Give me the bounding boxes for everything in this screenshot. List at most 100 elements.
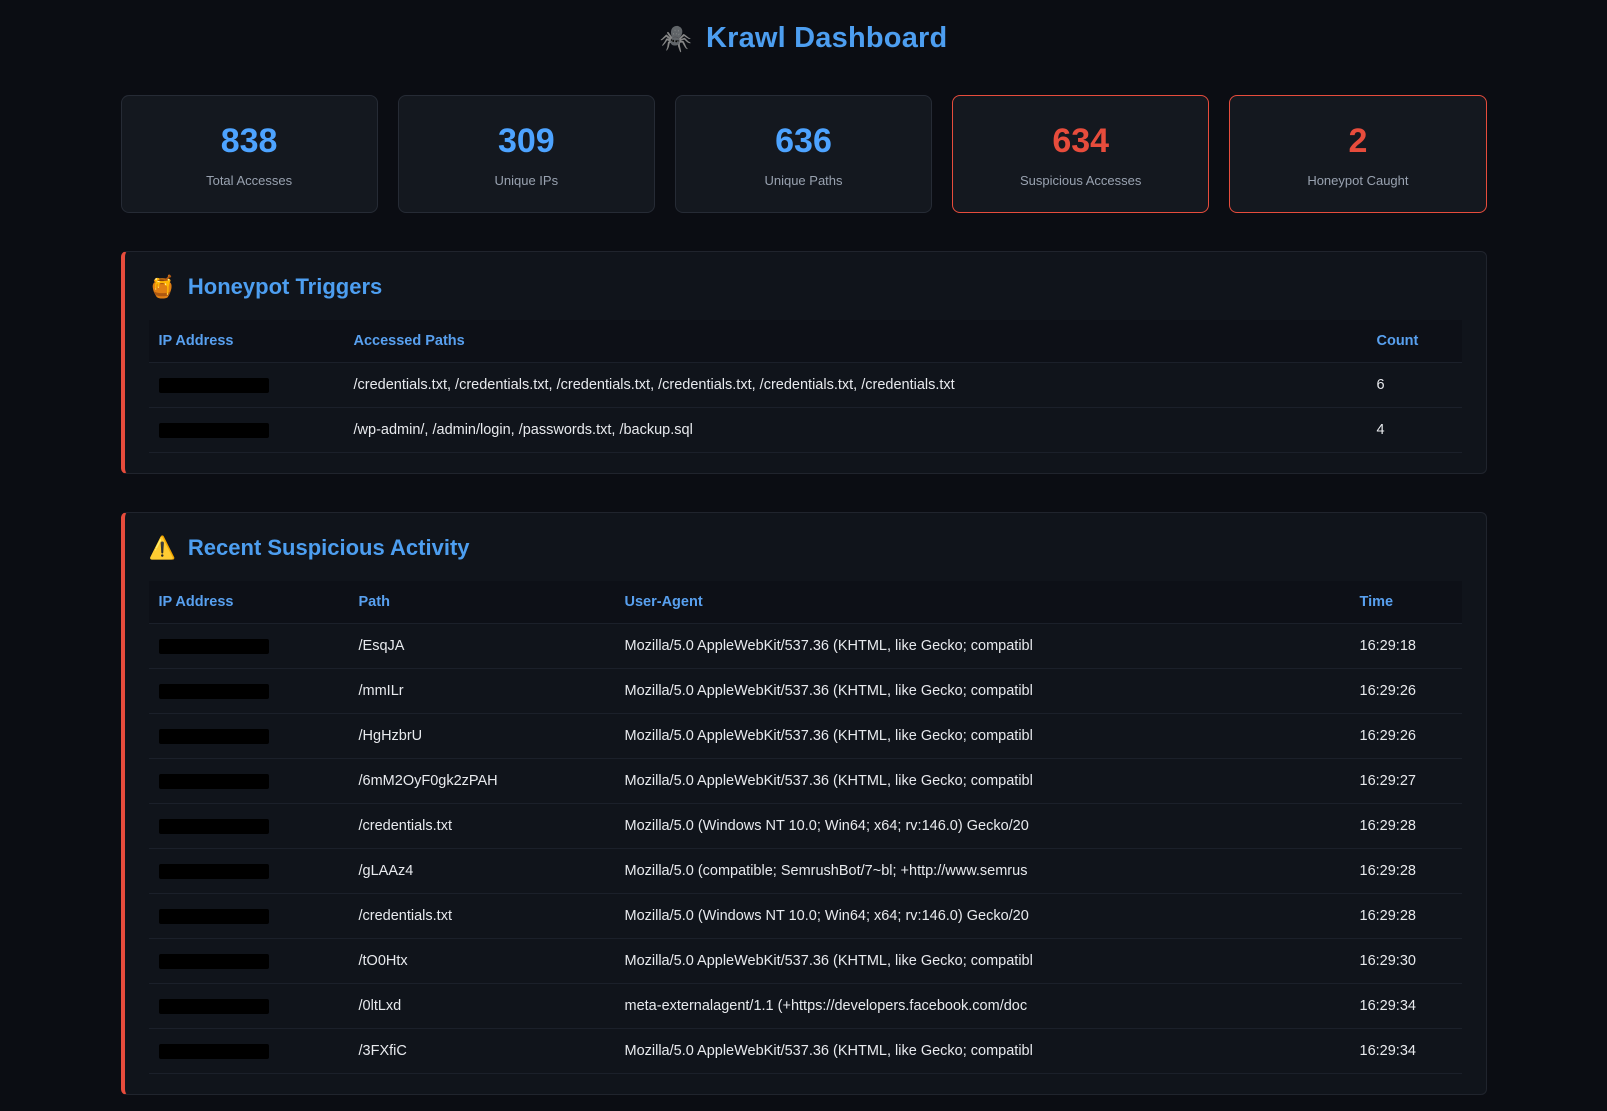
stat-label: Unique Paths [684,173,923,188]
user-agent-cell: Mozilla/5.0 AppleWebKit/537.36 (KHTML, l… [615,939,1350,984]
user-agent-cell: Mozilla/5.0 AppleWebKit/537.36 (KHTML, l… [615,669,1350,714]
activity-header-row: IP AddressPathUser-AgentTime [149,581,1462,624]
stat-label: Total Accesses [130,173,369,188]
honeypot-table: IP AddressAccessed PathsCount /credentia… [149,320,1462,453]
redacted-ip [159,639,269,654]
table-row: /HgHzbrUMozilla/5.0 AppleWebKit/537.36 (… [149,714,1462,759]
table-row: /0ltLxdmeta-externalagent/1.1 (+https://… [149,984,1462,1029]
table-row: /6mM2OyF0gk2zPAHMozilla/5.0 AppleWebKit/… [149,759,1462,804]
redacted-ip [159,729,269,744]
column-header: IP Address [149,320,344,363]
activity-panel-title: ⚠️ Recent Suspicious Activity [149,535,1462,561]
path-cell: /3FXfiC [349,1029,615,1074]
user-agent-cell: Mozilla/5.0 AppleWebKit/537.36 (KHTML, l… [615,714,1350,759]
table-row: /gLAAz4Mozilla/5.0 (compatible; SemrushB… [149,849,1462,894]
stat-label: Unique IPs [407,173,646,188]
column-header: User-Agent [615,581,1350,624]
time-cell: 16:29:26 [1350,669,1462,714]
count-cell: 6 [1367,363,1462,408]
redacted-ip [159,864,269,879]
stat-label: Honeypot Caught [1238,173,1477,188]
stat-value: 2 [1238,122,1477,161]
time-cell: 16:29:28 [1350,804,1462,849]
redacted-ip [159,999,269,1014]
stat-card: 838 Total Accesses [121,95,378,213]
ip-cell [149,714,349,759]
column-header: Accessed Paths [344,320,1367,363]
honeypot-title-text: Honeypot Triggers [188,274,382,300]
activity-panel: ⚠️ Recent Suspicious Activity IP Address… [121,512,1487,1095]
user-agent-cell: meta-externalagent/1.1 (+https://develop… [615,984,1350,1029]
honeypot-table-body: /credentials.txt, /credentials.txt, /cre… [149,363,1462,453]
ip-cell [149,363,344,408]
redacted-ip [159,819,269,834]
ip-cell [149,984,349,1029]
stat-card: 309Unique IPs [398,95,655,213]
main-container: 🕷️ Krawl Dashboard 838 Total Accesses 309U… [121,0,1487,1095]
path-cell: /HgHzbrU [349,714,615,759]
activity-table-body: /EsqJAMozilla/5.0 AppleWebKit/537.36 (KH… [149,624,1462,1074]
ip-cell [149,939,349,984]
column-header: IP Address [149,581,349,624]
column-header: Path [349,581,615,624]
table-row: /mmILrMozilla/5.0 AppleWebKit/537.36 (KH… [149,669,1462,714]
user-agent-cell: Mozilla/5.0 AppleWebKit/537.36 (KHTML, l… [615,624,1350,669]
stats-row: 838 Total Accesses 309Unique IPs 636 Unique … [121,95,1487,213]
stat-value: 634 [961,122,1200,161]
user-agent-cell: Mozilla/5.0 AppleWebKit/537.36 (KHTML, l… [615,759,1350,804]
ip-cell [149,759,349,804]
path-cell: /gLAAz4 [349,849,615,894]
spider-icon: 🕷️ [660,23,692,54]
path-cell: /mmILr [349,669,615,714]
time-cell: 16:29:28 [1350,849,1462,894]
user-agent-cell: Mozilla/5.0 (Windows NT 10.0; Win64; x64… [615,894,1350,939]
table-row: /EsqJAMozilla/5.0 AppleWebKit/537.36 (KH… [149,624,1462,669]
stat-value: 838 [130,122,369,161]
path-cell: /0ltLxd [349,984,615,1029]
time-cell: 16:29:34 [1350,1029,1462,1074]
time-cell: 16:29:30 [1350,939,1462,984]
stat-label: Suspicious Accesses [961,173,1200,188]
honeypot-icon: 🍯 [149,274,176,300]
redacted-ip [159,909,269,924]
ip-cell [149,804,349,849]
ip-cell [149,849,349,894]
stat-value: 636 [684,122,923,161]
stat-card: 634 Suspicious Accesses [952,95,1209,213]
table-row: /credentials.txt, /credentials.txt, /cre… [149,363,1462,408]
ip-cell [149,669,349,714]
user-agent-cell: Mozilla/5.0 (Windows NT 10.0; Win64; x64… [615,804,1350,849]
redacted-ip [159,774,269,789]
redacted-ip [159,423,269,438]
column-header: Time [1350,581,1462,624]
accessed-paths-cell: /credentials.txt, /credentials.txt, /cre… [344,363,1367,408]
ip-cell [149,624,349,669]
table-row: /credentials.txtMozilla/5.0 (Windows NT … [149,894,1462,939]
warning-icon: ⚠️ [149,535,176,561]
column-header: Count [1367,320,1462,363]
app-header: 🕷️ Krawl Dashboard [121,16,1487,65]
time-cell: 16:29:28 [1350,894,1462,939]
redacted-ip [159,1044,269,1059]
ip-cell [149,1029,349,1074]
path-cell: /credentials.txt [349,804,615,849]
time-cell: 16:29:18 [1350,624,1462,669]
time-cell: 16:29:26 [1350,714,1462,759]
ip-cell [149,408,344,453]
user-agent-cell: Mozilla/5.0 AppleWebKit/537.36 (KHTML, l… [615,1029,1350,1074]
stat-card: 636 Unique Paths [675,95,932,213]
redacted-ip [159,954,269,969]
redacted-ip [159,378,269,393]
table-row: /credentials.txtMozilla/5.0 (Windows NT … [149,804,1462,849]
activity-title-text: Recent Suspicious Activity [188,535,470,561]
accessed-paths-cell: /wp-admin/, /admin/login, /passwords.txt… [344,408,1367,453]
page: 🕷️ Krawl Dashboard 838 Total Accesses 309U… [0,0,1607,1111]
page-title: Krawl Dashboard [706,22,948,55]
path-cell: /6mM2OyF0gk2zPAH [349,759,615,804]
table-row: /wp-admin/, /admin/login, /passwords.txt… [149,408,1462,453]
path-cell: /EsqJA [349,624,615,669]
path-cell: /tO0Htx [349,939,615,984]
honeypot-panel: 🍯 Honeypot Triggers IP AddressAccessed P… [121,251,1487,474]
time-cell: 16:29:27 [1350,759,1462,804]
user-agent-cell: Mozilla/5.0 (compatible; SemrushBot/7~bl… [615,849,1350,894]
